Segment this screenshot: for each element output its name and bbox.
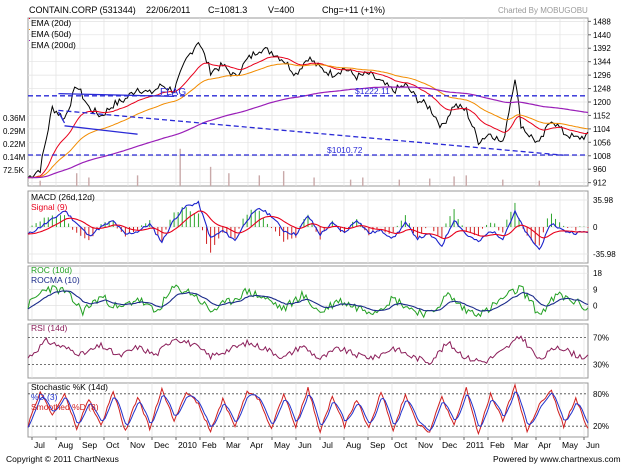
support-level-label: $1010.72 (327, 145, 363, 155)
price-ytick-label: 960 (593, 165, 607, 174)
rsi-ytick-label: 30% (593, 361, 609, 370)
volume-bar (282, 171, 285, 186)
volume-bar (429, 178, 431, 186)
price-ytick-label: 1344 (593, 58, 611, 67)
xaxis-tick-label: Jun (298, 440, 312, 450)
volume-bar (136, 175, 139, 186)
volume-bar (398, 179, 401, 186)
support-level-label: $1222.11 (355, 86, 390, 96)
volume-bar (228, 173, 230, 186)
stoch-ytick-label: 20% (593, 422, 609, 431)
volume-bar (39, 180, 41, 186)
roc-panel-frame (27, 265, 589, 321)
volume-bar (453, 176, 455, 186)
xaxis-tick-label: Nov (418, 440, 434, 450)
price-ytick-label: 1392 (593, 44, 611, 53)
price-legend-item: EMA (20d) (31, 18, 71, 28)
rocma-legend-item: ROCMA (10) (31, 275, 80, 285)
roc-legend-item: ROC (10d) (31, 265, 72, 275)
volume-label: V=400 (268, 5, 294, 15)
xaxis-tick-label: May (562, 440, 579, 450)
volume-bar (179, 148, 181, 186)
xaxis-tick-label: Feb (490, 440, 505, 450)
xaxis-tick-label: Oct (394, 440, 408, 450)
symbol-title: CONTAIN.CORP (531344) (29, 5, 136, 15)
volume-axis-label: 0.36M (3, 114, 26, 123)
xaxis-tick-label: Nov (130, 440, 146, 450)
volume-bar (465, 175, 467, 186)
price-legend-swatch (29, 18, 30, 19)
price-ytick-label: 1008 (593, 152, 611, 161)
price-legend-item: EMA (50d) (31, 29, 71, 39)
xaxis-tick-label: Mar (226, 440, 241, 450)
price-ytick-label: 1248 (593, 85, 611, 94)
price-legend-swatch (29, 40, 30, 41)
xaxis-tick-label: Dec (154, 440, 170, 450)
xaxis-tick-label: Jul (34, 440, 45, 450)
price-ytick-label: 1488 (593, 17, 611, 26)
stoch-d-legend-item: %D (3) (31, 392, 58, 402)
volume-bar (88, 177, 90, 186)
macd-legend-item: MACD (26d,12d) (31, 192, 95, 202)
stock-technical-chart: CONTAIN.CORP (531344) 22/06/2011 C=1081.… (0, 0, 624, 469)
date-label: 22/06/2011 (146, 5, 190, 15)
xaxis-tick-label: Oct (106, 440, 120, 450)
xaxis-tick-label: Dec (442, 440, 458, 450)
roc-ytick-label: 0 (593, 302, 598, 311)
volume-bar (258, 175, 261, 186)
close-label: C=1081.3 (208, 5, 247, 15)
stoch-smoothed-legend-item: Smoothed %D (3) (31, 402, 99, 412)
rsi-legend-item: RSI (14d) (31, 323, 68, 333)
roc-ytick-label: 9 (593, 285, 598, 294)
stoch-ytick-label: 80% (593, 390, 609, 399)
price-ytick-label: 912 (593, 179, 607, 188)
roc-ytick-label: 18 (593, 269, 602, 278)
volume-axis-label: 0.22M (3, 140, 26, 149)
volume-bar (502, 179, 504, 186)
xaxis-tick-label: Sep (370, 440, 385, 450)
signal-legend-item: Signal (9) (31, 202, 68, 212)
macd-ytick-label: 35.98 (593, 196, 614, 205)
powered-label: Powered by www.chartnexus.com (493, 454, 621, 464)
macd-ytick-label: -35.98 (593, 250, 616, 259)
volume-axis-label: 72.5K (3, 166, 25, 175)
xaxis-tick-label: Jun (586, 440, 600, 450)
xaxis-tick-label: 2010 (178, 440, 197, 450)
xaxis-tick-label: Aug (58, 440, 73, 450)
xaxis-tick-label: Jul (322, 440, 333, 450)
price-ytick-label: 1152 (593, 111, 611, 120)
flag-annotation: FLAG (160, 87, 186, 98)
volume-bar (349, 179, 352, 186)
xaxis-tick-label: Apr (538, 440, 551, 450)
price-legend-swatch (29, 29, 30, 30)
chart-canvas: CONTAIN.CORP (531344) 22/06/2011 C=1081.… (0, 0, 624, 469)
volume-bar (538, 180, 541, 186)
credit-label: Charted By MOBUGOBU (498, 6, 588, 15)
xaxis-tick-label: Mar (514, 440, 529, 450)
xaxis-tick-label: Aug (346, 440, 361, 450)
volume-bar (75, 173, 78, 186)
price-ytick-label: 1440 (593, 31, 611, 40)
volume-axis-label: 0.29M (3, 127, 26, 136)
price-legend-item: EMA (200d) (31, 40, 76, 50)
xaxis-tick-label: May (274, 440, 291, 450)
price-ytick-label: 1056 (593, 138, 611, 147)
copyright-label: Copyright © 2011 ChartNexus (6, 454, 119, 464)
stoch-k-legend-item: Stochastic %K (14d) (31, 382, 108, 392)
macd-ytick-label: 0 (593, 223, 598, 232)
change-label: Chg=+11 (+1%) (322, 5, 385, 15)
price-ytick-label: 1296 (593, 71, 611, 80)
volume-bar (209, 166, 212, 186)
stoch-panel-frame (27, 382, 589, 438)
volume-axis-label: 0.14M (3, 153, 26, 162)
xaxis-tick-label: Feb (202, 440, 217, 450)
xaxis-tick-label: Apr (250, 440, 263, 450)
price-ytick-label: 1104 (593, 125, 611, 134)
price-ytick-label: 1200 (593, 98, 611, 107)
volume-bar (362, 177, 364, 186)
xaxis-tick-label: Sep (82, 440, 97, 450)
volume-bar (313, 177, 315, 186)
xaxis-tick-label: 2011 (466, 440, 485, 450)
rsi-ytick-label: 70% (593, 334, 609, 343)
